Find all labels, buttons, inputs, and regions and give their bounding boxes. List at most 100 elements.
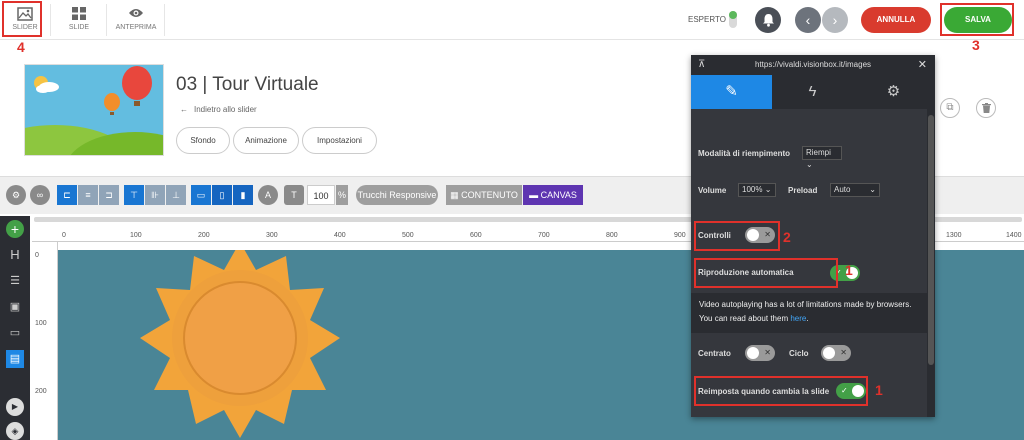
link-icon: ∞ xyxy=(36,190,44,200)
fill-mode-select[interactable]: Riempi ⌄ xyxy=(802,146,842,169)
ruler-tick: 700 xyxy=(538,232,550,239)
text-size-button[interactable]: T xyxy=(284,185,304,205)
mobile-icon: ▮ xyxy=(240,190,246,200)
panel-url: https://vivaldi.visionbox.it/images xyxy=(754,60,872,69)
eye-icon xyxy=(128,7,144,21)
settings-button[interactable]: ⚙ xyxy=(6,185,26,205)
text-icon: ☰ xyxy=(10,275,20,287)
settings-tab-button[interactable]: Impostazioni xyxy=(302,127,377,154)
align-top-button[interactable]: ⊤ xyxy=(124,185,144,205)
toggle-knob xyxy=(747,347,759,359)
calendar-icon: ▦ xyxy=(450,190,459,200)
tab-settings[interactable]: ⚙ xyxy=(853,75,934,109)
align-middle-icon: ⊪ xyxy=(151,190,159,200)
x-icon: ✕ xyxy=(764,348,771,357)
toolbar-divider xyxy=(50,4,51,36)
zoom-input[interactable]: 100 xyxy=(307,185,335,205)
panel-tabs: ✎ ϟ ⚙ xyxy=(691,75,935,109)
slide-button[interactable]: SLIDE xyxy=(54,0,104,40)
align-right-button[interactable]: ⊐ xyxy=(99,185,119,205)
ruler-tick: 300 xyxy=(266,232,278,239)
align-bottom-button[interactable]: ⊥ xyxy=(166,185,186,205)
ruler-tick: 1400 xyxy=(1006,232,1022,239)
button-layer-button[interactable]: ▭ xyxy=(6,324,24,342)
image-layer-button[interactable]: ▣ xyxy=(6,298,24,316)
arrow-left-icon: ← xyxy=(180,105,188,114)
slide-label: SLIDE xyxy=(68,24,90,31)
mobile-view-button[interactable]: ▮ xyxy=(233,185,253,205)
ruler-tick: 0 xyxy=(35,252,39,259)
align-center-button[interactable]: ≡ xyxy=(78,185,98,205)
notifications-button[interactable] xyxy=(755,7,781,33)
tab-style[interactable]: ✎ xyxy=(691,75,772,109)
tablet-icon: ▯ xyxy=(219,190,225,200)
ruler-tick: 400 xyxy=(334,232,346,239)
preview-button[interactable]: ANTEPRIMA xyxy=(110,0,162,40)
annotation-number-slider: 4 xyxy=(17,39,25,55)
add-layer-button[interactable]: + xyxy=(6,220,24,238)
annotation-number-controls: 2 xyxy=(783,229,791,245)
preload-select[interactable]: Auto ⌄ xyxy=(830,183,880,197)
annotation-number-reset: 1 xyxy=(875,382,883,398)
next-slide-button[interactable]: › xyxy=(822,7,848,33)
heading-layer-button[interactable]: H xyxy=(6,246,24,264)
chevron-left-icon: ‹ xyxy=(805,12,811,28)
esperto-toggle[interactable] xyxy=(729,11,737,28)
play-button[interactable]: ▶ xyxy=(6,398,24,416)
desktop-view-button[interactable]: ▭ xyxy=(191,185,211,205)
content-label: CONTENUTO xyxy=(461,190,518,200)
bolt-icon: ϟ xyxy=(808,83,817,100)
text-layer-button[interactable]: ☰ xyxy=(6,272,24,290)
layers-icon: ◈ xyxy=(11,426,19,436)
layer-sidebar: + H ☰ ▣ ▭ ▤ ▶ ◈ xyxy=(0,216,30,440)
centered-toggle[interactable]: ✕ xyxy=(745,345,775,361)
esperto-label: ESPERTO xyxy=(688,15,726,24)
toolbar-divider xyxy=(106,4,107,36)
align-left-icon: ⊏ xyxy=(63,190,71,200)
align-middle-button[interactable]: ⊪ xyxy=(145,185,165,205)
layout-icon: ▤ xyxy=(9,353,21,365)
delete-slide-button[interactable] xyxy=(976,98,996,118)
align-center-icon: ≡ xyxy=(85,190,91,200)
autoplay-note: Video autoplaying has a lot of limitatio… xyxy=(691,293,927,333)
loop-toggle[interactable]: ✕ xyxy=(821,345,851,361)
close-icon[interactable]: ✕ xyxy=(918,55,927,75)
font-button[interactable]: A xyxy=(258,185,278,205)
chevron-right-icon: › xyxy=(832,12,838,28)
responsive-tricks-button[interactable]: Trucchi Responsive xyxy=(356,185,438,205)
panel-header: ⊼ https://vivaldi.visionbox.it/images ✕ xyxy=(691,55,935,75)
annotation-box-slider xyxy=(2,1,42,37)
link-button[interactable]: ∞ xyxy=(30,185,50,205)
toolbar-divider xyxy=(164,4,165,36)
align-right-icon: ⊐ xyxy=(105,190,113,200)
volume-select[interactable]: 100% ⌄ xyxy=(738,183,776,197)
panel-scrollbar[interactable] xyxy=(927,109,935,417)
annotation-box-autoplay xyxy=(694,258,838,288)
back-to-slider-link[interactable]: ← Indietro allo slider xyxy=(180,105,257,114)
duplicate-slide-button[interactable]: ⧉ xyxy=(940,98,960,118)
background-tab-button[interactable]: Sfondo xyxy=(176,127,230,154)
video-layer-button[interactable]: ▤ xyxy=(6,350,24,368)
cancel-button[interactable]: ANNULLA xyxy=(861,7,931,33)
grid-icon xyxy=(71,7,87,21)
note-link[interactable]: here xyxy=(790,314,806,323)
annotation-box-save xyxy=(940,3,1014,36)
zoom-unit: % xyxy=(336,185,348,205)
align-left-button[interactable]: ⊏ xyxy=(57,185,77,205)
ruler-tick: 1300 xyxy=(946,232,962,239)
prev-slide-button[interactable]: ‹ xyxy=(795,7,821,33)
pin-icon[interactable]: ⊼ xyxy=(698,55,705,75)
tab-actions[interactable]: ϟ xyxy=(772,75,853,109)
volume-value: 100% xyxy=(742,185,763,194)
animation-tab-button[interactable]: Animazione xyxy=(233,127,299,154)
layers-button[interactable]: ◈ xyxy=(6,422,24,440)
content-button[interactable]: ▦ CONTENUTO xyxy=(446,185,522,205)
annotation-number-autoplay: 1 xyxy=(845,262,853,278)
tablet-view-button[interactable]: ▯ xyxy=(212,185,232,205)
canvas-button[interactable]: ▬ CANVAS xyxy=(523,185,583,205)
note-end: . xyxy=(806,314,809,323)
chevron-down-icon: ⌄ xyxy=(806,160,813,169)
preview-label: ANTEPRIMA xyxy=(115,24,157,31)
preload-label: Preload xyxy=(788,186,818,195)
plus-icon: + xyxy=(10,221,20,237)
